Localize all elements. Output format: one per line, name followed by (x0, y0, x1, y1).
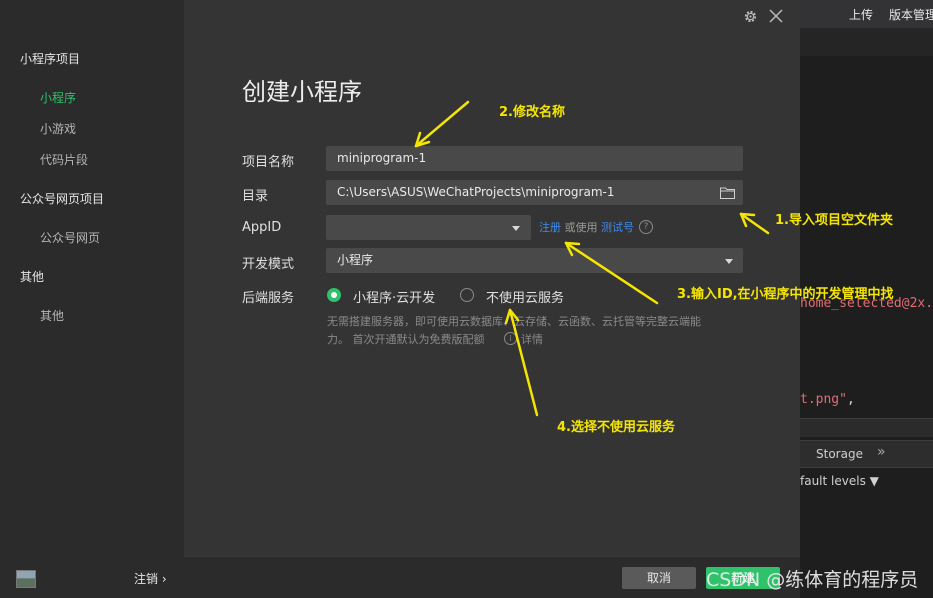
version-management-button[interactable]: 版本管理 (889, 6, 933, 23)
chevron-down-icon (512, 226, 520, 231)
devtools-log-levels-dropdown[interactable]: fault levels ▼ (800, 474, 879, 488)
radio-cloud-dev[interactable] (327, 288, 341, 302)
directory-input[interactable]: C:\Users\ASUS\WeChatProjects\miniprogram… (326, 180, 743, 205)
devtools-tab-storage[interactable]: Storage (816, 447, 863, 461)
sidebar-item-miniprogram[interactable]: 小程序 (40, 89, 76, 106)
sidebar-section-other: 其他 (20, 270, 45, 284)
appid-label: AppID (242, 220, 282, 235)
appid-links: 注册 或使用 测试号 (539, 219, 634, 235)
directory-label: 目录 (242, 189, 269, 204)
cloud-description-line: 力。 首次开通默认为免费版配额 (327, 333, 485, 346)
info-icon: i (504, 332, 517, 345)
watermark: CSDN @练体育的程序员 (706, 569, 919, 591)
avatar[interactable] (16, 570, 36, 588)
details-link[interactable]: 详情 (521, 331, 543, 347)
test-account-link[interactable]: 测试号 (601, 221, 634, 234)
sidebar-item-other[interactable]: 其他 (40, 307, 64, 324)
dev-mode-label: 开发模式 (242, 257, 295, 272)
background-tab-bar (800, 28, 933, 56)
project-name-input[interactable]: miniprogram-1 (326, 146, 743, 171)
radio-no-cloud-label[interactable]: 不使用云服务 (486, 287, 564, 306)
code-string: t.png" (800, 392, 847, 407)
project-name-label: 项目名称 (242, 155, 295, 170)
code-punct: , (846, 392, 855, 407)
devtools-header (800, 418, 933, 437)
or-use-text: 或使用 (564, 221, 598, 234)
register-link[interactable]: 注册 (539, 221, 561, 234)
dialog-title: 创建小程序 (242, 78, 362, 106)
annotation-step-3: 3.输入ID,在小程序中的开发管理中找 (677, 287, 894, 302)
folder-icon[interactable] (720, 187, 735, 199)
sidebar-item-minigame[interactable]: 小游戏 (40, 120, 76, 137)
sidebar-section-miniprogram: 小程序项目 (20, 52, 81, 66)
sidebar-item-code-snippet[interactable]: 代码片段 (40, 151, 88, 168)
cancel-button[interactable]: 取消 (622, 567, 696, 589)
sidebar-item-official-webpage[interactable]: 公众号网页 (40, 229, 100, 246)
annotation-step-1: 1.导入项目空文件夹 (775, 213, 893, 228)
dev-mode-dropdown[interactable]: 小程序 (326, 248, 743, 273)
radio-cloud-dev-label[interactable]: 小程序·云开发 (353, 287, 435, 306)
project-type-sidebar: 小程序项目 小程序 小游戏 代码片段 公众号网页项目 公众号网页 其他 其他 (0, 0, 184, 598)
appid-dropdown[interactable] (326, 215, 531, 240)
sidebar-section-official-account: 公众号网页项目 (20, 192, 105, 206)
settings-gear-icon[interactable] (743, 9, 758, 24)
annotation-step-4: 4.选择不使用云服务 (557, 420, 675, 435)
backend-service-label: 后端服务 (242, 291, 295, 306)
upload-button[interactable]: 上传 (849, 6, 873, 23)
radio-no-cloud[interactable] (460, 288, 474, 302)
help-icon[interactable]: ? (639, 220, 653, 234)
chevron-down-icon (725, 259, 733, 264)
cloud-description-line: 无需搭建服务器，即可使用云数据库、云存储、云函数、云托管等完整云端能 (327, 315, 701, 328)
close-icon[interactable] (768, 8, 784, 24)
code-line: t.png", (800, 392, 855, 407)
annotation-step-2: 2.修改名称 (499, 105, 565, 120)
devtools-more-tabs-icon[interactable]: » (877, 444, 886, 460)
logout-button[interactable]: 注销 › (134, 570, 167, 587)
